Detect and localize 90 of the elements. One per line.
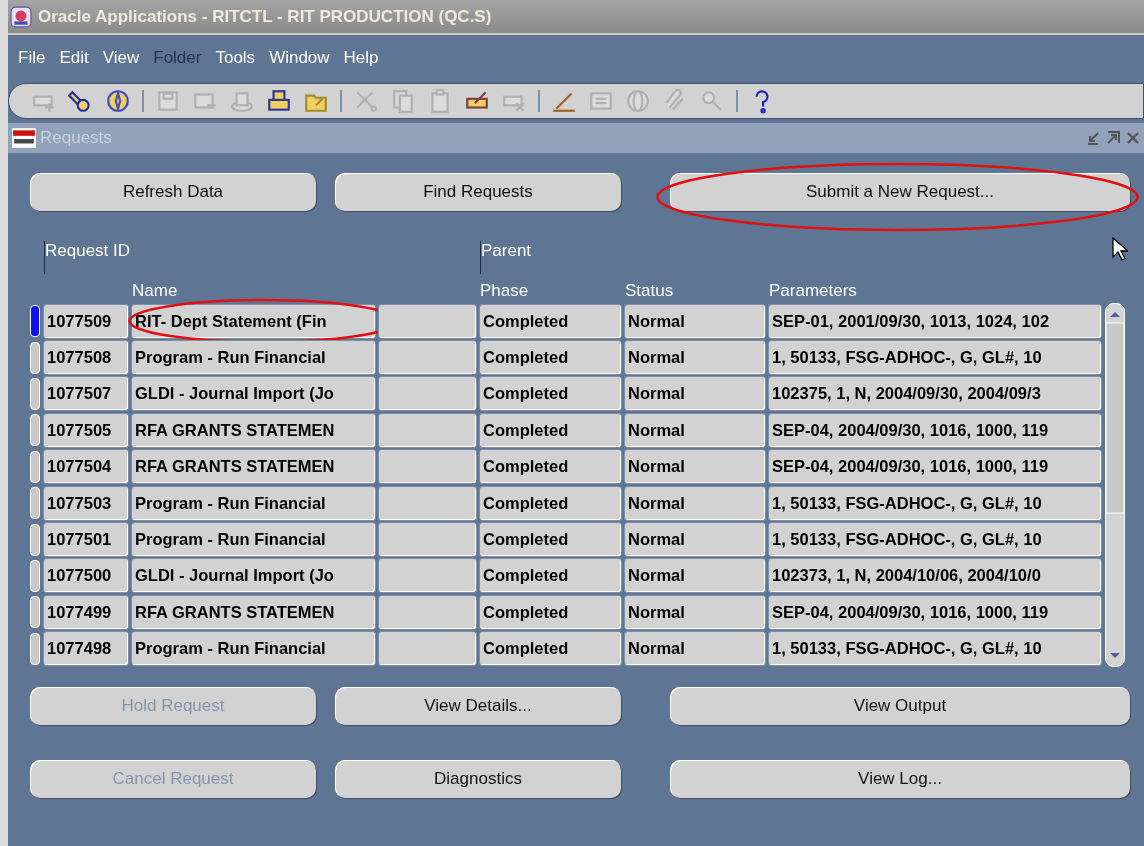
table-cell: Program - Run Financial (132, 632, 375, 666)
form-title: Requests (40, 128, 113, 148)
app-icon (10, 5, 32, 28)
menu-item[interactable]: View (102, 48, 140, 68)
table-cell: 1077500 (44, 559, 128, 593)
row-indicator[interactable] (30, 450, 40, 483)
table-cell: RFA GRANTS STATEMEN (132, 450, 375, 484)
table-cell: Completed (480, 450, 621, 484)
menu-item[interactable]: File (18, 48, 46, 68)
menu-item[interactable]: Help (343, 48, 379, 68)
table-cell: 1077499 (44, 595, 128, 629)
table-cell: GLDI - Journal Import (Jo (132, 377, 375, 411)
table-cell: Completed (480, 304, 621, 338)
column-header: Parent (480, 241, 621, 274)
table-cell: Normal (625, 413, 765, 447)
action-button[interactable]: Find Requests (335, 173, 621, 211)
menu-item[interactable]: Window (269, 48, 330, 68)
table-cell: SEP-01, 2001/09/30, 1013, 1024, 102 (769, 304, 1101, 338)
table-cell: Normal (625, 632, 765, 666)
table-cell: Completed (480, 341, 621, 375)
printer-icon[interactable] (266, 88, 292, 114)
table-cell: Completed (480, 559, 621, 593)
table-cell: SEP-04, 2004/09/30, 1016, 1000, 119 (769, 413, 1101, 447)
window-title: Oracle Applications - RITCTL - RIT PRODUCTION (QC.S) (38, 6, 492, 27)
action-button[interactable]: Refresh Data (30, 173, 316, 211)
column-header: Name (132, 281, 179, 301)
compass-icon[interactable] (105, 88, 131, 114)
table-cell: Normal (625, 450, 765, 484)
row-indicator[interactable] (30, 632, 40, 665)
table-cell: 1077505 (44, 413, 128, 447)
table-cell: Completed (480, 523, 621, 557)
action-button[interactable]: View Output (670, 687, 1130, 725)
scrollbar[interactable] (1105, 303, 1125, 667)
table-cell: Completed (480, 413, 621, 447)
row-indicator[interactable] (30, 487, 40, 520)
table-cell: Program - Run Financial (132, 486, 375, 520)
table-cell: Completed (480, 377, 621, 411)
table-cell: 102375, 1, N, 2004/09/30, 2004/09/3 (769, 377, 1101, 411)
column-header: Status (625, 281, 675, 301)
table-cell: Program - Run Financial (132, 523, 375, 557)
table-cell: 1077509 (44, 304, 128, 338)
table-cell: 1077501 (44, 523, 128, 557)
table-cell: 1077508 (44, 341, 128, 375)
table-cell: Completed (480, 486, 621, 520)
action-button[interactable]: Submit a New Request... (670, 173, 1130, 211)
menu-item[interactable]: Edit (59, 48, 89, 68)
row-indicator[interactable] (30, 377, 40, 410)
table-cell: Normal (625, 559, 765, 593)
table-cell: RFA GRANTS STATEMEN (132, 413, 375, 447)
table-cell: 1077498 (44, 632, 128, 666)
menu-item[interactable]: Tools (215, 48, 256, 68)
maximize-icon[interactable] (1106, 131, 1120, 145)
table-cell: 1077507 (44, 377, 128, 411)
table-cell: 1, 50133, FSG-ADHOC-, G, GL#, 10 (769, 632, 1101, 666)
table-cell: Normal (625, 595, 765, 629)
action-button[interactable]: View Log... (670, 760, 1130, 798)
table-cell: GLDI - Journal Import (Jo (132, 559, 375, 593)
table-cell: Completed (480, 632, 621, 666)
table-cell: 1, 50133, FSG-ADHOC-, G, GL#, 10 (769, 523, 1101, 557)
row-indicator[interactable] (30, 523, 40, 556)
row-indicator[interactable] (30, 559, 40, 592)
action-button[interactable]: Diagnostics (335, 760, 621, 798)
close-icon[interactable] (1126, 131, 1140, 145)
table-cell: 1077503 (44, 486, 128, 520)
row-indicator[interactable] (30, 596, 40, 629)
table-cell: RFA GRANTS STATEMEN (132, 595, 375, 629)
table-cell: 1, 50133, FSG-ADHOC-, G, GL#, 10 (769, 486, 1101, 520)
table-cell: Program - Run Financial (132, 341, 375, 375)
table-cell: SEP-04, 2004/09/30, 1016, 1000, 119 (769, 450, 1101, 484)
row-indicator[interactable] (30, 414, 40, 447)
row-indicator[interactable] (30, 305, 40, 338)
action-button[interactable]: View Details... (335, 687, 621, 725)
column-header: Parameters (769, 281, 858, 301)
table-cell: RIT- Dept Statement (Fin (132, 304, 375, 338)
table-cell: Completed (480, 595, 621, 629)
table-cell: Normal (625, 341, 765, 375)
table-cell: SEP-04, 2004/09/30, 1016, 1000, 119 (769, 595, 1101, 629)
column-header: Request ID (44, 241, 375, 274)
table-cell: Normal (625, 377, 765, 411)
table-cell: 102373, 1, N, 2004/10/06, 2004/10/0 (769, 559, 1101, 593)
row-indicator[interactable] (30, 341, 40, 374)
oracle-logo (12, 128, 36, 148)
table-cell: Normal (625, 486, 765, 520)
table-cell: Normal (625, 523, 765, 557)
table-cell: 1077504 (44, 450, 128, 484)
mouse-pointer-icon (1112, 237, 1128, 261)
table-cell: 1, 50133, FSG-ADHOC-, G, GL#, 10 (769, 341, 1101, 375)
table-cell: Normal (625, 304, 765, 338)
column-header: Phase (480, 281, 530, 301)
minimize-icon[interactable] (1086, 131, 1100, 145)
